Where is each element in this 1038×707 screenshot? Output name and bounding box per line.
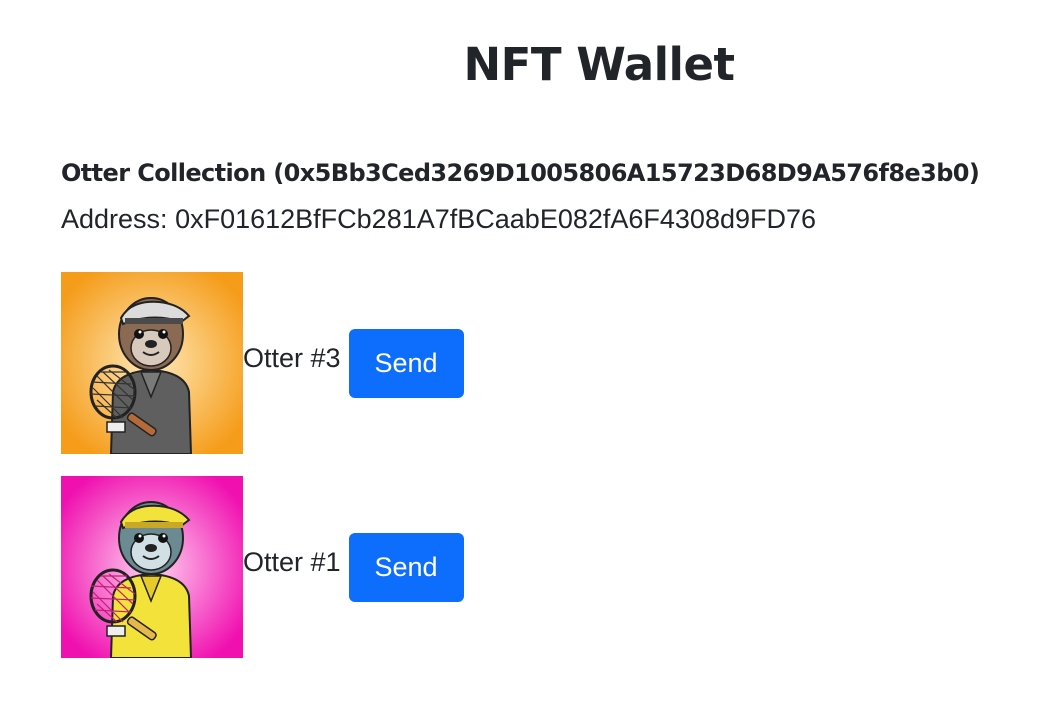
nft-name: Otter #1 [243, 546, 341, 577]
otter-nft-image [61, 476, 243, 658]
address-value: 0xF01612BfFCb281A7fBCaabE082fA6F4308d9FD… [175, 204, 817, 234]
otter-nft-image [61, 272, 243, 454]
nft-wallet-page: NFT Wallet Otter Collection (0x5Bb3Ced32… [0, 0, 1038, 707]
nft-item: Otter #1 Send [61, 476, 464, 658]
send-button[interactable]: Send [348, 328, 464, 398]
address-label: Address: [61, 204, 168, 234]
wallet-address: Address: 0xF01612BfFCb281A7fBCaabE082fA6F… [61, 204, 816, 235]
nft-item: Otter #3 Send [61, 272, 464, 454]
collection-name: Otter Collection (0x5Bb3Ced3269D1005806A… [61, 159, 980, 187]
page-title: NFT Wallet [463, 38, 735, 91]
nft-name: Otter #3 [243, 342, 341, 373]
send-button[interactable]: Send [348, 532, 464, 602]
